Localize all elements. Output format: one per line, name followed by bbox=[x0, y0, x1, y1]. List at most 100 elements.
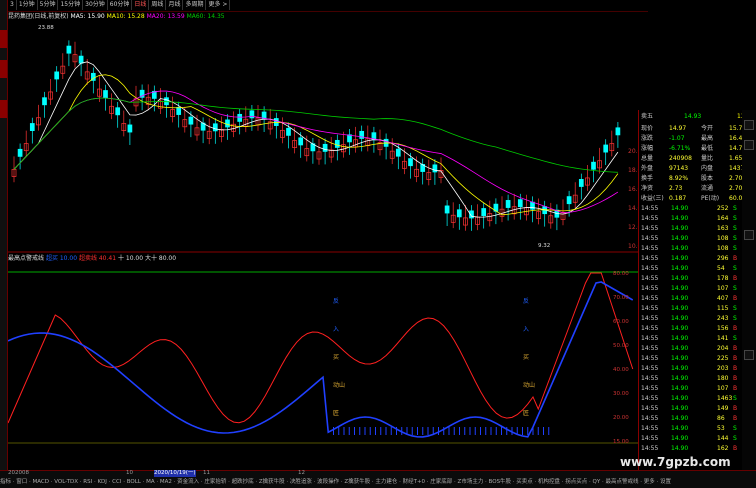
candle bbox=[103, 90, 108, 99]
tick-row: 14:5514.90252S5 bbox=[641, 205, 749, 212]
candle bbox=[78, 55, 84, 64]
candle bbox=[566, 196, 572, 205]
indicator-param-d: 大十 80.00 bbox=[144, 255, 177, 262]
quote-row: 总量 240908 量比 1.65 bbox=[641, 155, 743, 162]
indicator-header: 最高点警戒线 超买 10.00 超卖线 40.41 十 10.00 大十 80.… bbox=[8, 254, 638, 263]
tick-row: 14:5514.90144S1 bbox=[641, 435, 749, 442]
tab-6[interactable]: 日线 bbox=[132, 0, 150, 10]
ma20-line bbox=[13, 90, 619, 214]
tab-8[interactable]: 月线 bbox=[166, 0, 184, 10]
candle bbox=[176, 107, 182, 115]
tick-row: 14:5514.90149B6 bbox=[641, 405, 749, 412]
indicator-chart[interactable]: 反入买动山匠 反入买动山匠 80.00 70.00 60.00 50.00 40.00 30.… bbox=[8, 263, 638, 469]
indicator-name: 最高点警戒线 bbox=[8, 255, 45, 262]
quote-row: 换手 8.92% 股本 2.70亿 bbox=[641, 175, 749, 182]
tick-row: 14:5514.90243S9 bbox=[641, 315, 749, 322]
tick-row: 14:5514.9053S5 bbox=[641, 425, 749, 432]
indicator-tick: 70.00 bbox=[613, 295, 629, 301]
quote-row: 外盘 97143 内盘 143765 bbox=[641, 165, 752, 172]
main-chart-header: 昆药集团(日线,前复权) MA5: 15.90 MA10: 15.28 MA20… bbox=[8, 12, 638, 21]
candle bbox=[444, 205, 450, 214]
tick-row: 14:5514.90178B7 bbox=[641, 275, 749, 282]
min-label: 9.32 bbox=[538, 243, 550, 249]
indicator-toolbar[interactable]: 指标 · 窗口 · MACD · VOL-TDX · RSI · KDJ · C… bbox=[0, 478, 756, 487]
right-side-strip bbox=[742, 110, 756, 470]
tick-row: 14:5514.90108S9 bbox=[641, 245, 749, 252]
tick-row: 14:5514.90108S3 bbox=[641, 235, 749, 242]
candle bbox=[115, 107, 121, 116]
candle bbox=[615, 127, 621, 136]
tab-9[interactable]: 多周期 bbox=[183, 0, 207, 10]
candle bbox=[66, 45, 72, 54]
period-tabs: 3 1分钟 5分钟 15分钟 30分钟 60分钟 日线 周线 月线 多周期 更多 > bbox=[8, 0, 648, 12]
ma20-label: MA20: 13.59 bbox=[146, 13, 185, 20]
left-tab-button[interactable] bbox=[0, 30, 7, 48]
date-tick: 2020/10/19(一) bbox=[154, 470, 196, 477]
candle bbox=[334, 139, 340, 148]
tab-5[interactable]: 60分钟 bbox=[108, 0, 133, 10]
candle bbox=[481, 208, 487, 216]
side-button[interactable] bbox=[744, 350, 754, 360]
date-tick: 11 bbox=[203, 470, 210, 476]
tick-row: 14:5514.90180B1 bbox=[641, 375, 749, 382]
indicator-tick: 60.00 bbox=[613, 319, 629, 325]
candle bbox=[225, 119, 230, 128]
tick-row: 14:5514.90296B7 bbox=[641, 255, 749, 262]
tab-2[interactable]: 5分钟 bbox=[38, 0, 59, 10]
candle bbox=[298, 137, 304, 146]
indicator-red-line bbox=[8, 272, 634, 424]
indicator-tick: 20.00 bbox=[613, 415, 629, 421]
signal-label: 匠 bbox=[333, 410, 339, 417]
indicator-tick: 80.00 bbox=[613, 271, 629, 277]
tab-1[interactable]: 1分钟 bbox=[17, 0, 38, 10]
candle bbox=[29, 123, 35, 131]
ma10-label: MA10: 15.28 bbox=[106, 13, 145, 20]
left-tab-button[interactable] bbox=[0, 100, 7, 118]
indicator-tick: 50.00 bbox=[613, 343, 629, 349]
signal-label: 反 bbox=[523, 297, 529, 305]
tick-row: 14:5514.90225B8 bbox=[641, 355, 749, 362]
quote-row: 净资 2.73 流通 2.70亿 bbox=[641, 185, 749, 192]
tab-10[interactable]: 更多 > bbox=[206, 0, 231, 10]
candle bbox=[505, 200, 511, 208]
side-button[interactable] bbox=[744, 140, 754, 150]
signal-label: 动山 bbox=[333, 381, 345, 389]
signal-label: 反 bbox=[333, 297, 339, 305]
quote-panel: 卖五 14.93 13 现价 14.97 今开 15.70 涨跌 -1.07 最高 16.40 涨幅 -… bbox=[638, 110, 756, 470]
tick-row: 14:5514.9054S8 bbox=[641, 265, 749, 272]
side-button[interactable] bbox=[744, 120, 754, 130]
candle bbox=[432, 164, 438, 173]
candlestick-chart[interactable]: 23.88 9.32 bbox=[8, 21, 638, 253]
tab-0[interactable]: 3 bbox=[8, 0, 17, 10]
tab-7[interactable]: 周线 bbox=[149, 0, 167, 10]
indicator-param-a: 超买 10.00 bbox=[45, 255, 78, 262]
signal-label: 入 bbox=[333, 326, 339, 333]
side-button[interactable] bbox=[744, 230, 754, 240]
tab-3[interactable]: 15分钟 bbox=[58, 0, 84, 10]
date-axis: 202008 10 11 12 2020/10/19(一) bbox=[8, 470, 638, 477]
signal-label: 入 bbox=[523, 326, 529, 333]
tick-row: 14:5514.90203B3 bbox=[641, 365, 749, 372]
candle bbox=[578, 179, 584, 187]
left-tab-button[interactable] bbox=[0, 60, 7, 78]
max-label: 23.88 bbox=[38, 25, 54, 31]
candle bbox=[127, 124, 133, 133]
chart-title: 昆药集团(日线,前复权) bbox=[8, 13, 69, 20]
candle bbox=[286, 127, 291, 136]
indicator-param-c: 十 10.00 bbox=[117, 255, 144, 262]
indicator-param-b: 超卖线 40.41 bbox=[78, 255, 117, 262]
date-tick: 10 bbox=[126, 470, 133, 476]
signal-label: 买 bbox=[333, 353, 339, 361]
tick-row: 14:5514.90156B5 bbox=[641, 325, 749, 332]
tick-row: 14:5514.901463S5 bbox=[641, 395, 749, 402]
candle bbox=[408, 158, 413, 167]
tick-row: 14:5514.9086B5 bbox=[641, 415, 749, 422]
quote-row: 涨跌 -1.07 最高 16.40 bbox=[641, 135, 747, 142]
quote-row: 收益(三) 0.187 PE(动) 60.0 bbox=[641, 195, 743, 202]
tick-row: 14:5514.90107S3 bbox=[641, 285, 749, 292]
candle bbox=[42, 97, 47, 106]
tab-4[interactable]: 30分钟 bbox=[83, 0, 108, 10]
candle bbox=[530, 201, 535, 210]
tick-row: 14:5514.90164S8 bbox=[641, 215, 749, 222]
sell5-row: 卖五 14.93 13 bbox=[641, 113, 745, 120]
